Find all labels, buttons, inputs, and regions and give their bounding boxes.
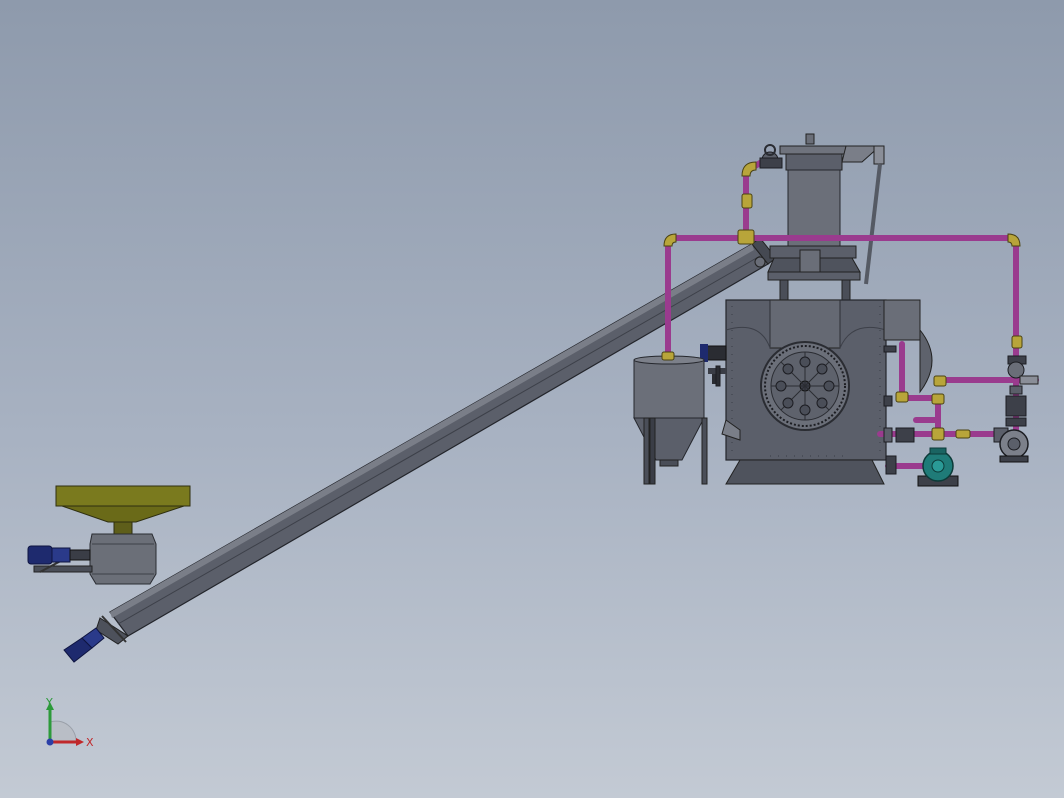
circulation-pump[interactable] [917,447,959,487]
hopper-neck [113,521,133,535]
triad-y-label: Y [45,696,53,709]
hopper-funnel [61,505,185,523]
ash-bin-body [633,359,705,419]
cad-viewport[interactable]: Y X [0,0,1064,798]
triad-x-label: X [86,736,94,749]
feeder-motor-icon [27,545,53,565]
feed-hopper[interactable] [27,485,191,585]
secondary-pump[interactable] [993,427,1029,463]
triad-arc-icon [49,720,77,743]
z-axis-dot [46,738,54,746]
triad-graphic: Y X [45,696,94,749]
ash-collection-bin[interactable] [633,355,708,485]
exhaust-stack[interactable] [767,133,885,303]
assembly-drawing [27,133,1039,663]
feeder-housing [89,533,157,585]
coordinate-triad[interactable]: Y X [30,696,100,766]
outlet-flange [1019,375,1039,385]
hopper-top-plate [55,485,191,507]
